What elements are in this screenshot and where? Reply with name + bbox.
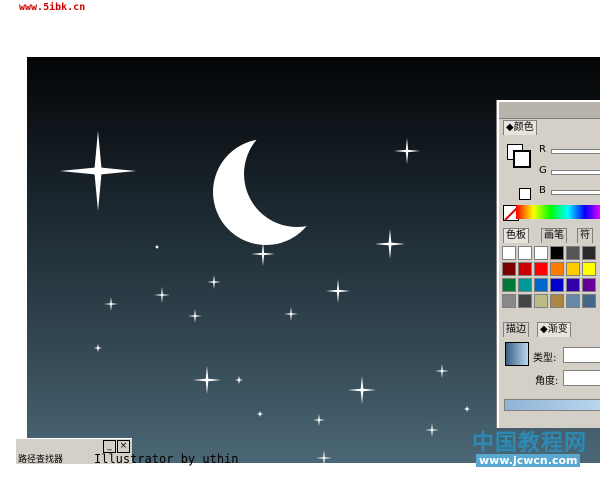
color-swatch[interactable] (550, 246, 564, 260)
color-swatch[interactable] (582, 294, 596, 308)
tab-gradient[interactable]: ◆渐变 (537, 322, 571, 337)
gradient-angle-input[interactable] (563, 370, 600, 386)
color-swatch[interactable] (550, 294, 564, 308)
tab-swatches[interactable]: 色板 (503, 228, 529, 243)
color-swatch[interactable] (534, 278, 548, 292)
color-swatch[interactable] (502, 262, 516, 276)
web-color-icon[interactable] (519, 188, 531, 200)
watermark-url: www.jcwcn.com (476, 454, 581, 467)
palette-titlebar[interactable] (499, 102, 600, 119)
color-swatch[interactable] (566, 278, 580, 292)
gradient-angle-label: 角度: (535, 376, 559, 387)
color-swatch[interactable] (518, 246, 532, 260)
gradient-type-label: 类型: (533, 353, 557, 364)
gradient-slider-bar[interactable] (504, 399, 600, 411)
channel-b-slider[interactable] (551, 190, 600, 195)
color-swatch[interactable] (534, 246, 548, 260)
color-swatch[interactable] (582, 246, 596, 260)
site-link[interactable]: www.5ibk.cn (19, 2, 85, 13)
color-swatch[interactable] (502, 246, 516, 260)
illustration-credit: Illustrator by uthin (94, 452, 239, 466)
color-spectrum-bar[interactable] (516, 205, 600, 219)
color-swatch[interactable] (534, 294, 548, 308)
color-swatch[interactable] (582, 262, 596, 276)
color-swatch[interactable] (534, 262, 548, 276)
tab-gradient-icon: ◆ (540, 324, 548, 335)
tab-brushes[interactable]: 画笔 (541, 228, 567, 243)
tab-stroke[interactable]: 描边 (503, 322, 529, 337)
color-palette-panel: ◆颜色 R G B 色板 画笔 符 描边 ◆渐变 类型: 角度: (497, 100, 600, 428)
color-swatch[interactable] (550, 278, 564, 292)
color-swatch[interactable] (550, 262, 564, 276)
tab-symbols[interactable]: 符 (577, 228, 593, 243)
close-icon: × (119, 441, 128, 451)
color-swatch[interactable] (582, 278, 596, 292)
watermark-title: 中国教程网 (472, 431, 588, 456)
color-swatch[interactable] (566, 246, 580, 260)
color-swatch[interactable] (518, 262, 532, 276)
channel-g-slider[interactable] (551, 170, 600, 175)
color-swatch[interactable] (566, 262, 580, 276)
channel-g-label: G (539, 165, 547, 176)
gradient-preview[interactable] (505, 342, 529, 366)
tab-color[interactable]: ◆颜色 (503, 120, 537, 135)
channel-r-slider[interactable] (551, 149, 600, 154)
color-swatch[interactable] (518, 294, 532, 308)
gradient-type-select[interactable] (563, 347, 600, 363)
tab-color-icon: ◆ (506, 122, 514, 133)
color-swatch[interactable] (502, 278, 516, 292)
color-swatch[interactable] (566, 294, 580, 308)
minimize-icon: _ (107, 441, 112, 451)
color-swatch[interactable] (502, 294, 516, 308)
pathfinder-label: 路径查找器 (18, 455, 64, 465)
channel-r-label: R (539, 144, 546, 155)
channel-b-label: B (539, 185, 546, 196)
color-swatch[interactable] (518, 278, 532, 292)
stroke-swatch[interactable] (513, 150, 531, 168)
